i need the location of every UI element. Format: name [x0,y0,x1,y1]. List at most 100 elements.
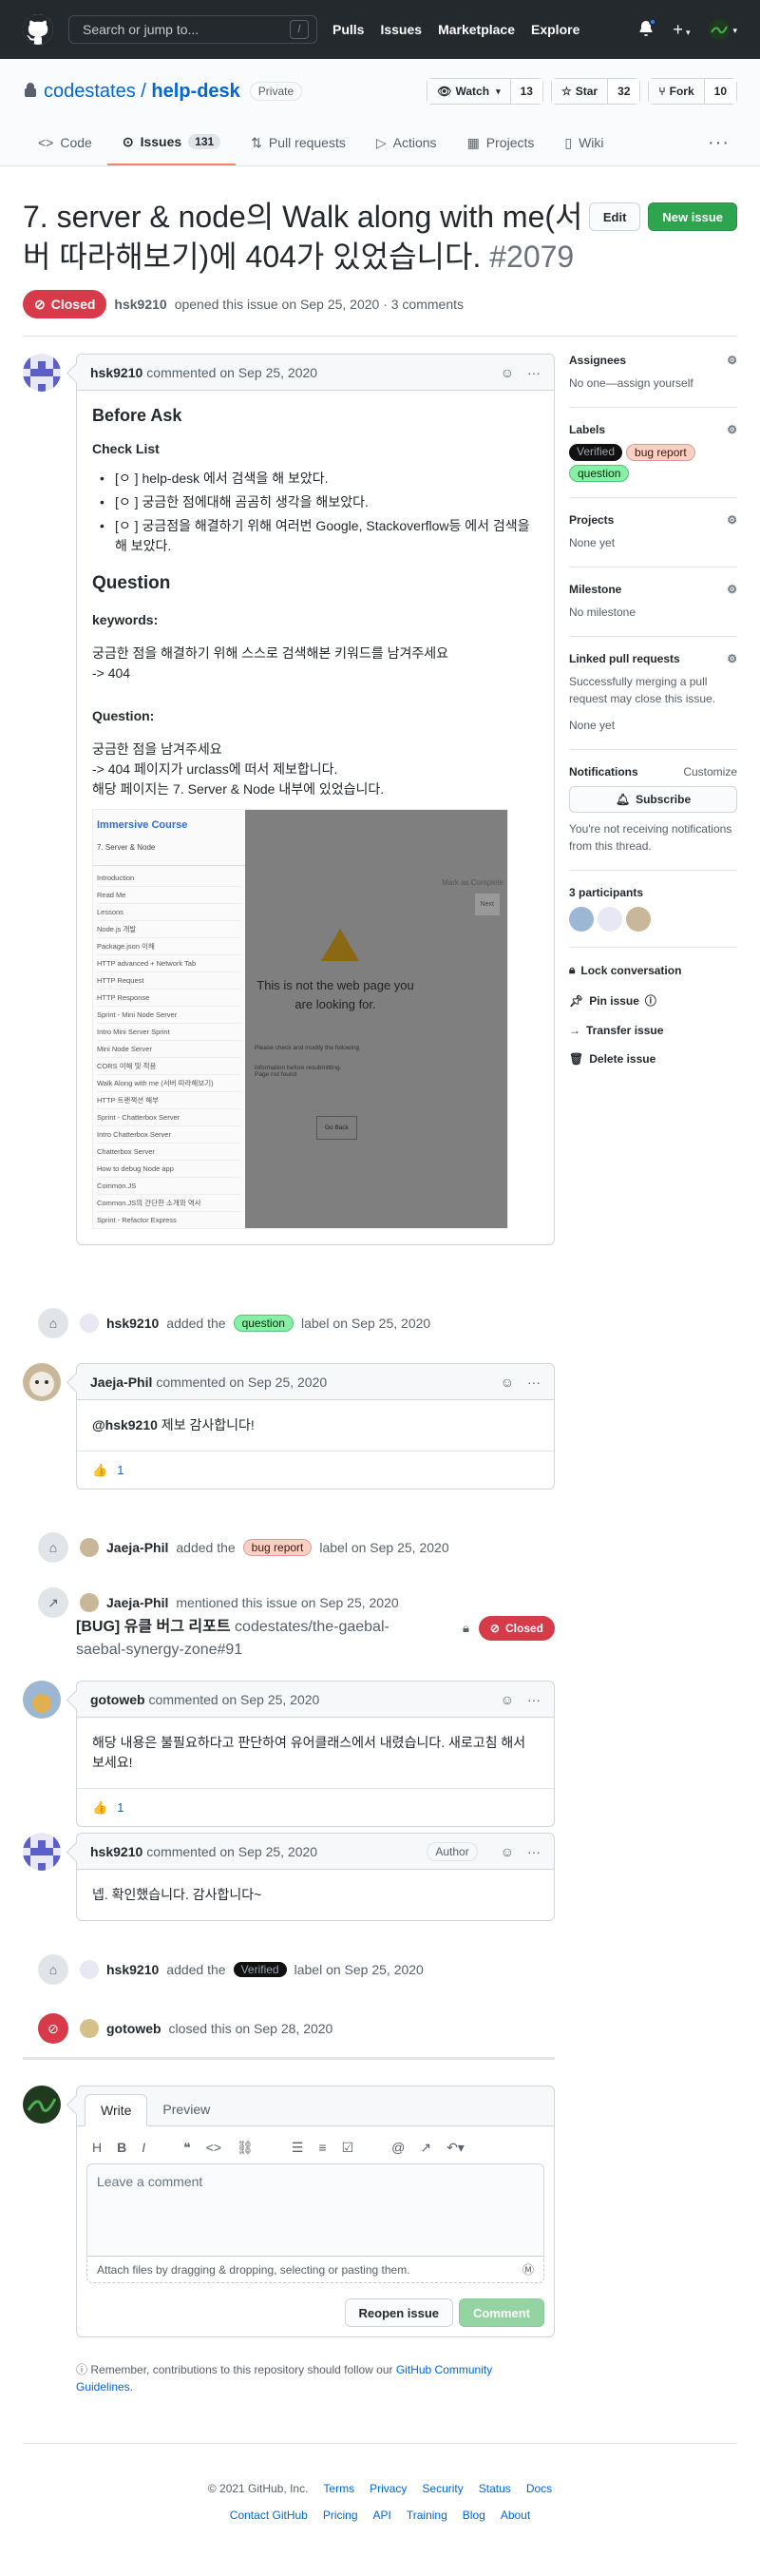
avatar[interactable] [80,1593,99,1612]
user-menu[interactable]: ▾ [709,19,737,40]
footer-link-status[interactable]: Status [479,2482,511,2495]
tab-projects[interactable]: ▦ Projects [452,120,550,165]
markdown-icon[interactable]: Ⓜ [522,2261,534,2278]
avatar[interactable] [23,1681,61,1719]
subscribe-button[interactable]: 🔔︎ Subscribe [569,786,737,813]
tab-issues[interactable]: ⊙ Issues 131 [106,120,237,165]
attach-files-area[interactable]: Attach files by dragging & dropping, sel… [86,2257,544,2283]
tab-code[interactable]: <> Code [23,120,107,165]
tab-pull-requests[interactable]: ⇅ Pull requests [236,120,361,165]
comment-author[interactable]: hsk9210 [90,1844,142,1859]
transfer-issue-link[interactable]: → Transfer issue [569,1024,737,1037]
avatar[interactable] [23,1833,61,1871]
ref-title[interactable]: [BUG] 유클 버그 리포트 [76,1619,231,1635]
reopen-issue-button[interactable]: Reopen issue [344,2298,454,2327]
delete-issue-link[interactable]: 🗑︎ Delete issue [569,1052,737,1066]
mention-icon[interactable]: @ [391,2140,405,2156]
nav-issues[interactable]: Issues [380,22,422,37]
label-verified[interactable]: Verified [569,444,623,461]
gear-icon[interactable]: ⚙ [727,652,737,665]
thumbs-up-icon[interactable]: 👍 [92,1800,107,1816]
participant-avatar[interactable] [626,907,651,932]
bulleted-list-icon[interactable]: ☰ [292,2140,304,2156]
kebab-icon[interactable]: ··· [527,1844,541,1859]
heading-icon[interactable]: H [92,2140,102,2156]
nav-pulls[interactable]: Pulls [332,22,364,37]
event-actor[interactable]: hsk9210 [106,1316,159,1331]
comment-author[interactable]: hsk9210 [90,365,142,380]
footer-link-training[interactable]: Training [407,2509,447,2522]
footer-link-about[interactable]: About [501,2509,530,2522]
assignees-text[interactable]: No one—assign yourself [569,375,737,392]
italic-icon[interactable]: I [142,2140,145,2156]
reaction-count[interactable]: 1 [117,1463,124,1477]
label-verified[interactable]: Verified [233,1962,287,1977]
footer-link-pricing[interactable]: Pricing [323,2509,358,2522]
avatar[interactable] [80,2019,99,2038]
event-actor[interactable]: Jaeja-Phil [106,1595,168,1610]
new-issue-button[interactable]: New issue [648,202,737,231]
avatar[interactable] [23,354,61,392]
event-actor[interactable]: gotoweb [106,2021,162,2036]
footer-link-api[interactable]: API [373,2509,391,2522]
label-bug-report[interactable]: bug report [242,1539,313,1556]
footer-link-contact[interactable]: Contact GitHub [230,2509,308,2522]
gear-icon[interactable]: ⚙ [727,423,737,436]
reaction-count[interactable]: 1 [117,1800,124,1815]
footer-link-docs[interactable]: Docs [526,2482,552,2495]
label-bug-report[interactable]: bug report [626,444,695,461]
kebab-icon[interactable]: ··· [527,365,541,380]
kebab-icon[interactable]: ··· [527,1692,541,1707]
gear-icon[interactable]: ⚙ [727,513,737,527]
tab-preview[interactable]: Preview [147,2093,225,2125]
github-logo-icon[interactable] [23,14,53,45]
comment-textarea[interactable]: Leave a comment [86,2163,544,2257]
repo-owner-link[interactable]: codestates [44,81,136,102]
footer-link-privacy[interactable]: Privacy [370,2482,407,2495]
comment-button[interactable]: Comment [459,2298,544,2327]
notifications-icon[interactable] [638,17,657,39]
reply-icon[interactable]: ↶▾ [446,2140,465,2156]
create-new-icon[interactable]: + ▾ [673,20,690,40]
numbered-list-icon[interactable]: ≡ [318,2140,326,2156]
cross-reference-icon[interactable]: ↗ [420,2140,431,2156]
edit-title-button[interactable]: Edit [588,202,641,231]
avatar[interactable] [23,1363,61,1401]
avatar[interactable] [23,2086,61,2124]
event-actor[interactable]: Jaeja-Phil [106,1540,168,1555]
customize-link[interactable]: Customize [683,765,737,779]
comment-author[interactable]: gotoweb [90,1692,145,1707]
footer-link-blog[interactable]: Blog [463,2509,485,2522]
avatar[interactable] [80,1314,99,1333]
bold-icon[interactable]: B [117,2140,126,2156]
participant-avatar[interactable] [598,907,622,932]
star-button[interactable]: ☆ Star 32 [550,78,641,105]
nav-marketplace[interactable]: Marketplace [438,22,515,37]
smiley-icon[interactable]: ☺ [501,1692,514,1707]
watch-button[interactable]: 👁 Watch ▾ 13 [427,78,543,105]
repo-name-link[interactable]: help-desk [151,81,239,102]
kebab-icon[interactable]: ··· [527,1375,541,1390]
footer-link-security[interactable]: Security [422,2482,463,2495]
avatar[interactable] [80,1960,99,1979]
user-mention[interactable]: @hsk9210 [92,1417,158,1432]
event-actor[interactable]: hsk9210 [106,1962,159,1977]
participant-avatar[interactable] [569,907,594,932]
tab-write[interactable]: Write [85,2094,148,2126]
gear-icon[interactable]: ⚙ [727,583,737,596]
gear-icon[interactable]: ⚙ [727,354,737,367]
nav-explore[interactable]: Explore [531,22,580,37]
code-icon[interactable]: <> [206,2140,221,2156]
issue-author[interactable]: hsk9210 [114,297,166,312]
star-count[interactable]: 32 [608,79,640,104]
quote-icon[interactable]: ❝ [183,2140,191,2156]
link-icon[interactable]: ⛓ [237,2140,254,2156]
fork-count[interactable]: 10 [704,79,736,104]
label-question[interactable]: question [569,465,630,482]
search-input[interactable]: Search or jump to... / [68,15,317,44]
smiley-icon[interactable]: ☺ [501,1375,514,1390]
smiley-icon[interactable]: ☺ [501,365,514,380]
footer-link-terms[interactable]: Terms [323,2482,354,2495]
pin-issue-link[interactable]: 📌︎ Pin issue ⓘ [569,992,737,1009]
watch-count[interactable]: 13 [510,79,542,104]
